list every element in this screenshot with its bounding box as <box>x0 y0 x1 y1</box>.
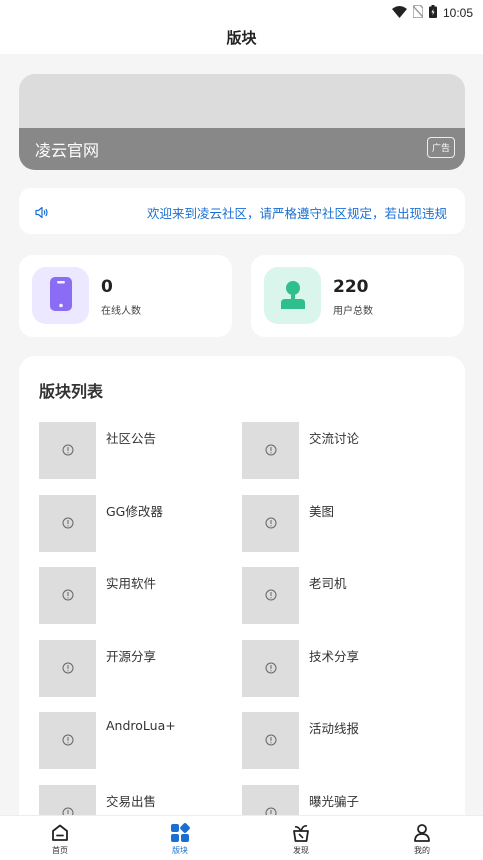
grid-icon <box>170 823 190 843</box>
stat-card-users: 220 用户总数 <box>251 255 464 337</box>
board-name: 曝光骗子 <box>309 793 360 809</box>
user-count: 220 <box>333 277 369 297</box>
image-error-icon <box>265 441 277 460</box>
board-item[interactable]: 开源分享 <box>39 639 239 697</box>
board-item[interactable]: 美图 <box>242 494 442 552</box>
nav-discover-label: 发现 <box>293 846 309 855</box>
board-thumbnail <box>39 639 96 697</box>
board-item[interactable]: 实用软件 <box>39 567 239 624</box>
banner-ad[interactable]: 凌云官网 广告 <box>19 74 465 170</box>
banner-caption: 凌云官网 广告 <box>19 128 465 170</box>
board-thumbnail <box>242 567 299 624</box>
status-bar: 10:05 <box>0 0 483 22</box>
board-thumbnail <box>242 712 299 769</box>
nav-home-label: 首页 <box>52 846 68 855</box>
bottom-nav: 首页 版块 发现 我的 <box>0 815 483 860</box>
stat-icon-box-online <box>32 267 89 324</box>
board-thumbnail <box>39 712 96 769</box>
user-label: 用户总数 <box>333 306 373 317</box>
banner-title: 凌云官网 <box>35 141 100 160</box>
stat-icon-box-users <box>264 267 321 324</box>
nav-boards-label: 版块 <box>172 846 188 855</box>
board-name: GG修改器 <box>106 503 163 519</box>
board-thumbnail <box>39 422 96 479</box>
board-item[interactable]: AndroLua+ <box>39 712 239 769</box>
image-error-icon <box>265 586 277 605</box>
page-title: 版块 <box>226 29 257 47</box>
speaker-icon <box>35 204 49 223</box>
status-icons: 10:05 <box>391 3 473 22</box>
board-name: 技术分享 <box>309 648 360 664</box>
image-error-icon <box>62 514 74 533</box>
image-error-icon <box>265 514 277 533</box>
board-name: 活动线报 <box>309 721 360 736</box>
board-item[interactable]: 技术分享 <box>242 639 442 697</box>
image-error-icon <box>62 659 74 678</box>
phone-icon <box>49 276 72 315</box>
board-item[interactable]: 交流讨论 <box>242 422 442 479</box>
board-name: 美图 <box>309 503 335 519</box>
image-error-icon <box>62 441 74 460</box>
board-name: 交流讨论 <box>309 431 360 446</box>
board-item[interactable]: 老司机 <box>242 567 442 624</box>
board-name: 老司机 <box>309 576 347 591</box>
nav-discover[interactable]: 发现 <box>241 816 361 860</box>
board-name: AndroLua+ <box>106 718 176 733</box>
stat-card-online: 0 在线人数 <box>19 255 232 337</box>
image-error-icon <box>62 586 74 605</box>
battery-icon <box>428 3 437 22</box>
board-name: 开源分享 <box>106 648 157 664</box>
board-item[interactable]: 社区公告 <box>39 422 239 479</box>
ad-badge: 广告 <box>426 137 455 158</box>
image-error-icon <box>265 659 277 678</box>
board-item[interactable]: GG修改器 <box>39 494 239 552</box>
online-count: 0 <box>101 277 113 297</box>
board-name: 社区公告 <box>106 431 157 446</box>
online-label: 在线人数 <box>101 306 141 317</box>
image-error-icon <box>265 731 277 750</box>
profile-icon <box>412 823 432 843</box>
board-thumbnail <box>39 567 96 624</box>
board-list-panel: 版块列表 社区公告 交流讨论 GG修改器 美图实用软件 老司机开源分享 技术分享 Andro… <box>19 356 465 836</box>
nav-home[interactable]: 首页 <box>0 816 120 860</box>
board-thumbnail <box>242 422 299 479</box>
board-thumbnail <box>242 494 299 552</box>
nav-boards[interactable]: 版块 <box>120 816 240 860</box>
wifi-icon <box>391 3 407 22</box>
discover-icon <box>291 823 311 843</box>
board-list-title: 版块列表 <box>39 382 104 401</box>
image-error-icon <box>62 731 74 750</box>
status-time: 10:05 <box>442 5 473 20</box>
board-item[interactable]: 活动线报 <box>242 712 442 769</box>
board-name: 实用软件 <box>106 576 157 591</box>
board-thumbnail <box>39 494 96 552</box>
notice-bar[interactable]: 欢迎来到凌云社区，请严格遵守社区规定，若出现违规 <box>19 188 465 234</box>
notice-text: 欢迎来到凌云社区，请严格遵守社区规定，若出现违规 <box>147 206 448 221</box>
home-icon <box>50 823 70 843</box>
nav-profile[interactable]: 我的 <box>362 816 482 860</box>
nav-profile-label: 我的 <box>414 846 430 855</box>
board-thumbnail <box>242 639 299 697</box>
no-sim-icon <box>412 3 424 22</box>
board-name: 交易出售 <box>106 793 157 809</box>
user-icon <box>279 279 307 313</box>
app-bar: 版块 <box>0 22 483 54</box>
